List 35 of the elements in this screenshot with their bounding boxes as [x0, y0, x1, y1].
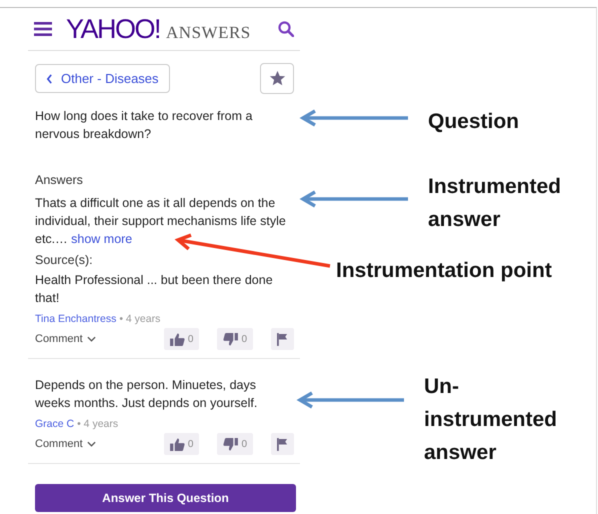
- author-link[interactable]: Grace C: [35, 418, 74, 430]
- comment-button[interactable]: Comment: [35, 333, 96, 345]
- flag-icon: [277, 332, 288, 346]
- answer-question-button[interactable]: Answer This Question: [35, 484, 296, 512]
- sources-label: Source(s):: [35, 253, 94, 267]
- thumbs-up-icon: [170, 438, 185, 450]
- answer-age: • 4 years: [119, 313, 160, 325]
- annotation-label: Instrumented answer: [428, 174, 562, 233]
- comment-button[interactable]: Comment: [35, 438, 96, 450]
- yahoo-answers-logo[interactable]: YAHOO! ANSWERS: [66, 14, 278, 44]
- show-more-link[interactable]: show more: [71, 232, 132, 246]
- annotation-label: Un-instrumented answer: [424, 374, 558, 466]
- thumbs-down-icon: [223, 332, 238, 346]
- flag-button[interactable]: [271, 433, 294, 455]
- sources-text: Health Professional ... but been there done that!: [35, 272, 274, 307]
- annotation-label: Instrumentation point: [336, 258, 553, 284]
- star-button[interactable]: [260, 63, 294, 94]
- thumbs-down-icon: [223, 438, 238, 450]
- question-title: How long does it take to recover from a nervous breakdown?: [34, 108, 254, 143]
- star-icon: [268, 70, 286, 87]
- chevron-down-icon: [86, 441, 96, 447]
- annotation-label: Question: [428, 109, 520, 135]
- chevron-down-icon: [86, 336, 96, 342]
- flag-icon: [277, 438, 288, 450]
- answer-text: Depends on the person. Minuetes, days weeks months. Just depnds on yourself.: [35, 377, 258, 412]
- answers-heading: Answers: [34, 172, 84, 187]
- menu-icon[interactable]: [34, 22, 52, 36]
- category-back-button[interactable]: Other - Diseases: [35, 64, 170, 93]
- thumbs-up-icon: [170, 332, 185, 346]
- answer-age: • 4 years: [77, 418, 118, 430]
- answer-text: Thats a difficult one as it all depends on the individual, their support mechanisms life style etc.… show more: [35, 195, 287, 248]
- chevron-left-icon: [46, 74, 53, 84]
- search-icon[interactable]: [278, 21, 294, 37]
- flag-button[interactable]: [271, 328, 294, 350]
- author-link[interactable]: Tina Enchantress: [35, 313, 116, 325]
